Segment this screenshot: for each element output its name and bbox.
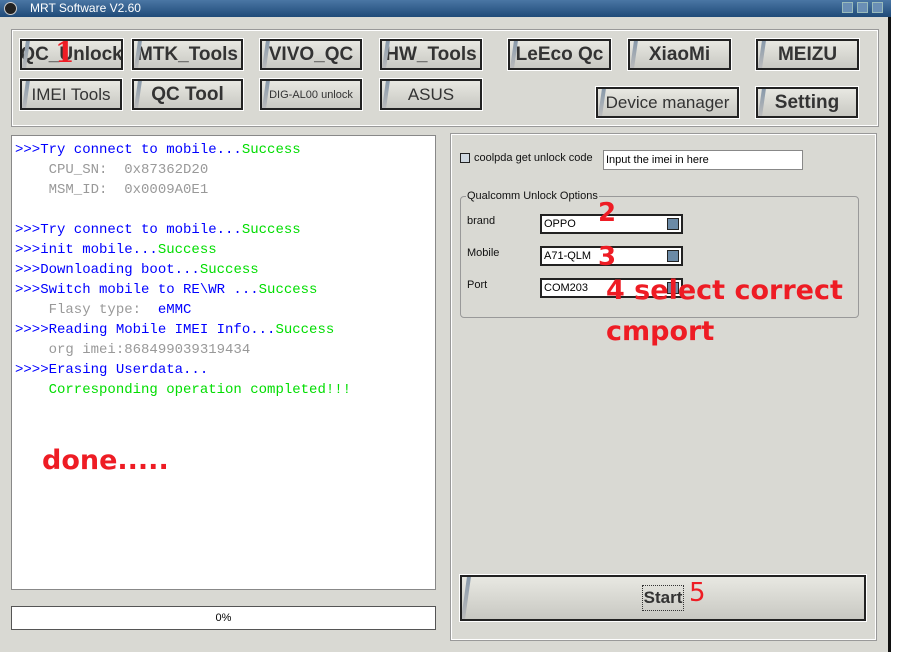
button-label: ASUS <box>407 84 455 104</box>
coolpad-checkbox-label: coolpda get unlock code <box>474 152 593 164</box>
group-label: Qualcomm Unlock Options <box>466 190 599 202</box>
log-line: MSM_ID: 0x0009A0E1 <box>15 180 435 200</box>
annotation-step-1: 1 <box>55 36 75 69</box>
log-segment: Success <box>275 322 335 338</box>
annotation-step-5: 5 <box>689 578 706 608</box>
log-segment: Success <box>258 282 318 298</box>
log-segment: org imei:868499039319434 <box>15 342 251 358</box>
port-label: Port <box>467 279 488 291</box>
brand-value: OPPO <box>544 218 576 230</box>
imei-input[interactable] <box>603 150 803 170</box>
annotation-step-3: 3 <box>598 242 617 272</box>
button-label: XiaoMi <box>648 43 711 65</box>
device-manager-button[interactable]: Device manager <box>595 86 740 119</box>
log-line: >>>init mobile...Success <box>15 240 435 260</box>
log-segment: Success <box>157 242 217 258</box>
xiaomi-button[interactable]: XiaoMi <box>627 38 732 71</box>
log-segment: >>>Downloading boot... <box>15 262 200 278</box>
button-label: IMEI Tools <box>31 84 111 104</box>
dig-al00-unlock-button[interactable]: DIG-AL00 unlock <box>259 78 363 111</box>
hw-tools-button[interactable]: HW_Tools <box>379 38 483 71</box>
asus-button[interactable]: ASUS <box>379 78 483 111</box>
window-title: MRT Software V2.60 <box>30 1 141 15</box>
imei-tools-button[interactable]: IMEI Tools <box>19 78 123 111</box>
dropdown-icon[interactable] <box>667 218 679 230</box>
start-button[interactable]: Start <box>459 574 867 622</box>
log-segment: >>>Switch mobile to RE\WR ... <box>15 282 259 298</box>
log-line: >>>Try connect to mobile...Success <box>15 140 435 160</box>
title-bar: MRT Software V2.60 <box>0 0 891 17</box>
button-label: QC Tool <box>151 83 224 105</box>
progress-label: 0% <box>215 612 232 624</box>
brand-label: brand <box>467 215 496 227</box>
progress-bar: 0% <box>11 606 436 630</box>
button-label: Setting <box>774 91 840 113</box>
log-output: >>>Try connect to mobile...Success CPU_S… <box>11 135 436 590</box>
dropdown-icon[interactable] <box>667 250 679 262</box>
annotation-step-4: 4 select correct <box>606 275 843 306</box>
log-line <box>15 200 435 220</box>
button-label: HW_Tools <box>385 43 477 65</box>
setting-button[interactable]: Setting <box>755 86 859 119</box>
log-segment: Success <box>199 262 259 278</box>
log-segment: >>>init mobile... <box>15 242 158 258</box>
port-value: COM203 <box>544 282 589 294</box>
start-label: Start <box>641 585 685 611</box>
annotation-step-4-cont: cmport <box>606 316 715 347</box>
log-segment: >>>>Reading Mobile IMEI Info... <box>15 322 276 338</box>
log-segment: >>>Try connect to mobile... <box>15 222 242 238</box>
log-line: org imei:868499039319434 <box>15 340 435 360</box>
vivo-qc-button[interactable]: VIVO_QC <box>259 38 363 71</box>
button-label: Device manager <box>605 92 730 112</box>
fullscreen-icon[interactable] <box>872 2 883 13</box>
log-segment: MSM_ID: 0x0009A0E1 <box>15 182 209 198</box>
maximize-icon[interactable] <box>857 2 868 13</box>
leeco-qc-button[interactable]: LeEco Qc <box>507 38 612 71</box>
meizu-button[interactable]: MEIZU <box>755 38 860 71</box>
mobile-label: Mobile <box>467 247 500 259</box>
log-segment: CPU_SN: 0x87362D20 <box>15 162 209 178</box>
log-segment <box>15 202 23 218</box>
log-line: Corresponding operation completed!!! <box>15 380 435 400</box>
log-line: >>>Switch mobile to RE\WR ...Success <box>15 280 435 300</box>
qc-tool-button[interactable]: QC Tool <box>131 78 244 111</box>
log-segment: Corresponding operation completed!!! <box>15 382 352 398</box>
app-window: MRT Software V2.60 QC_Unlock MTK_Tools VIV… <box>0 0 891 652</box>
log-line: >>>>Erasing Userdata... <box>15 360 435 380</box>
log-segment: >>>Try connect to mobile... <box>15 142 242 158</box>
mobile-value: A71-QLM <box>544 250 592 262</box>
annotation-done: done..... <box>42 445 169 476</box>
button-label: VIVO_QC <box>268 43 354 65</box>
button-label: MEIZU <box>777 43 838 65</box>
log-segment: Flasy type: <box>15 302 158 318</box>
button-label: DIG-AL00 unlock <box>269 88 353 101</box>
log-line: Flasy type: eMMC <box>15 300 435 320</box>
log-segment: >>>>Erasing Userdata... <box>15 362 209 378</box>
log-line: CPU_SN: 0x87362D20 <box>15 160 435 180</box>
coolpad-checkbox[interactable] <box>460 153 470 163</box>
button-label: LeEco Qc <box>515 43 604 65</box>
minimize-icon[interactable] <box>842 2 853 13</box>
log-segment: eMMC <box>157 302 192 318</box>
log-line: >>>Try connect to mobile...Success <box>15 220 435 240</box>
log-segment: Success <box>241 222 301 238</box>
log-segment: Success <box>241 142 301 158</box>
mtk-tools-button[interactable]: MTK_Tools <box>131 38 244 71</box>
log-line: >>>>Reading Mobile IMEI Info...Success <box>15 320 435 340</box>
button-label: MTK_Tools <box>137 43 238 65</box>
log-line: >>>Downloading boot...Success <box>15 260 435 280</box>
app-icon <box>4 2 17 15</box>
annotation-step-2: 2 <box>598 198 617 228</box>
